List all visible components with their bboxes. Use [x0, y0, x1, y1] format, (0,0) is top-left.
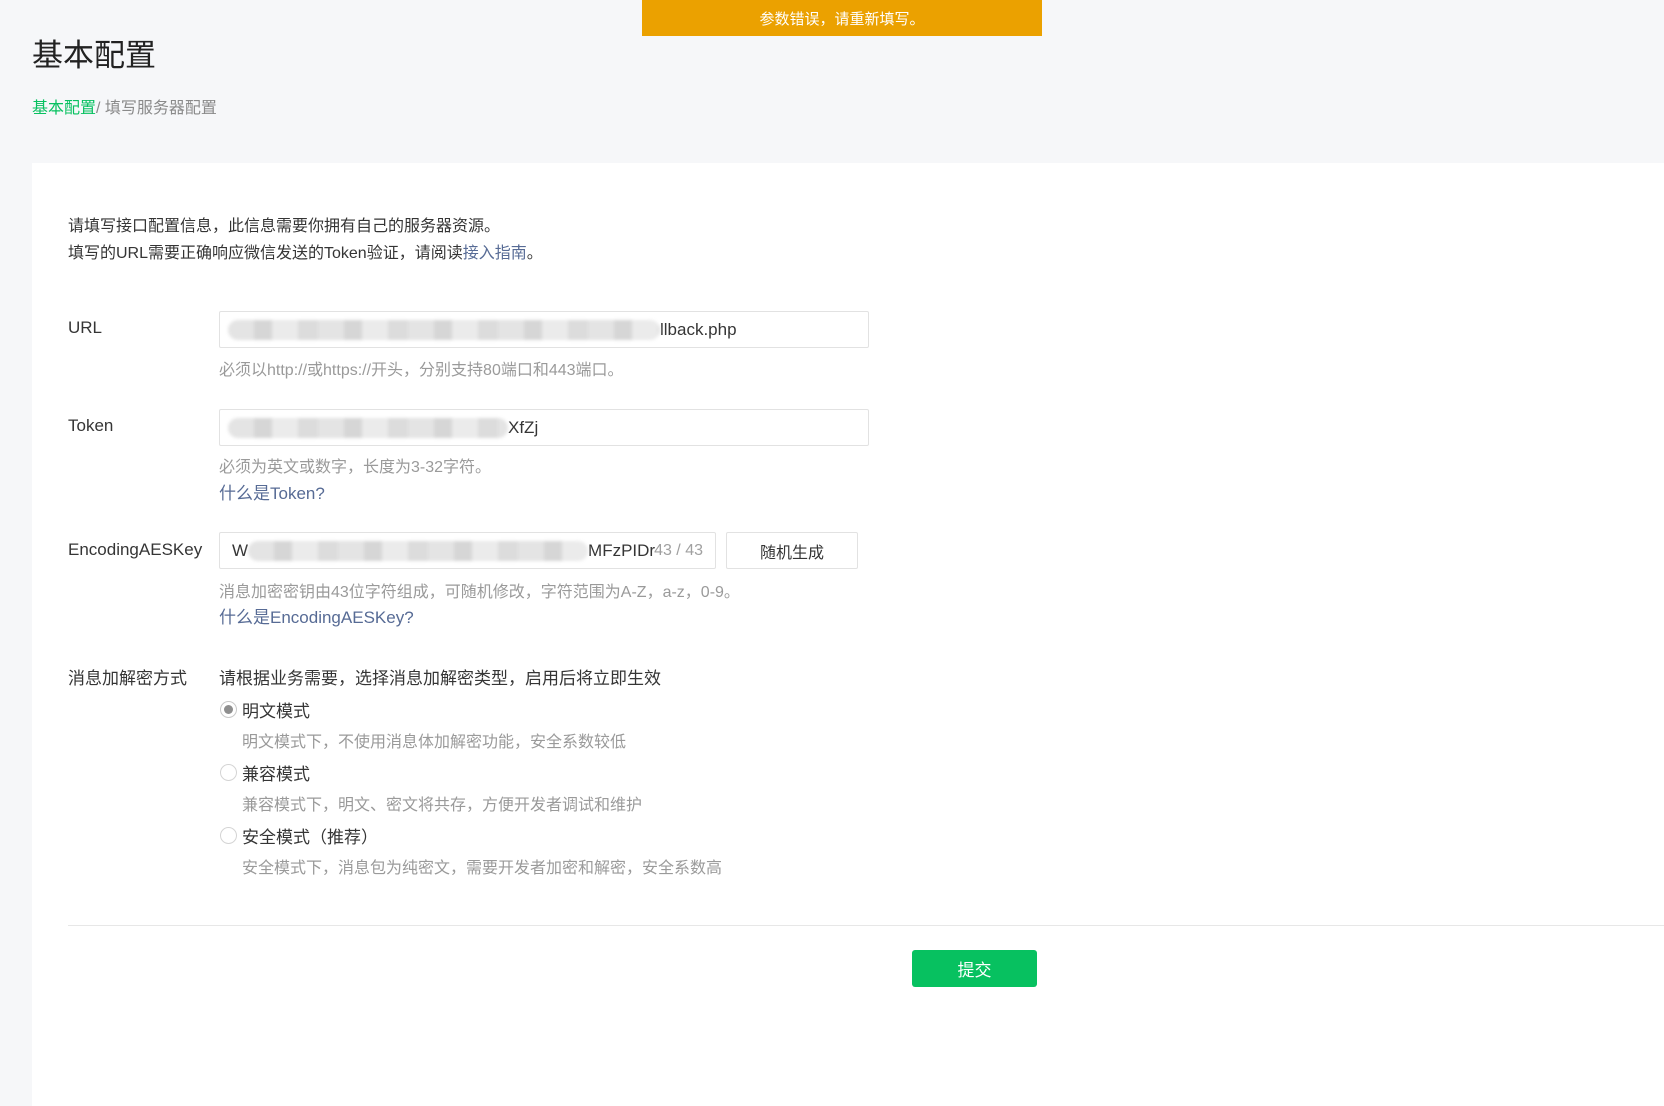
- radio-plaintext-label: 明文模式: [242, 702, 310, 721]
- radio-checked-icon[interactable]: [220, 701, 237, 718]
- radio-compatible[interactable]: 兼容模式: [220, 760, 310, 785]
- token-input[interactable]: XfZj: [219, 409, 869, 446]
- intro-line-2-text: 填写的URL需要正确响应微信发送的Token验证，请阅读: [68, 245, 463, 262]
- page-title: 基本配置: [32, 38, 156, 73]
- breadcrumb-separator: /: [96, 100, 105, 117]
- error-toast: 参数错误，请重新填写。: [642, 0, 1042, 36]
- radio-plaintext-desc: 明文模式下，不使用消息体加解密功能，安全系数较低: [242, 734, 627, 751]
- radio-secure[interactable]: 安全模式（推荐）: [220, 823, 378, 848]
- radio-unchecked-icon[interactable]: [220, 827, 237, 844]
- breadcrumb-link-basic-config[interactable]: 基本配置: [32, 100, 96, 117]
- what-is-aes-key-link[interactable]: 什么是EncodingAESKey?: [219, 603, 414, 628]
- url-label: URL: [68, 318, 103, 337]
- toast-message: 参数错误，请重新填写。: [759, 10, 925, 28]
- aes-label: EncodingAESKey: [68, 540, 203, 559]
- mode-label: 消息加解密方式: [68, 669, 187, 688]
- aes-hint: 消息加密密钥由43位字符组成，可随机修改，字符范围为A-Z，a-z，0-9。: [219, 584, 740, 601]
- url-visible-text: llback.php: [660, 319, 737, 339]
- submit-button[interactable]: 提交: [912, 950, 1037, 987]
- radio-secure-label: 安全模式（推荐）: [242, 828, 378, 847]
- redacted-token: [228, 417, 508, 438]
- form-divider: [68, 925, 1664, 926]
- redacted-url: [228, 319, 660, 340]
- random-generate-button[interactable]: 随机生成: [726, 532, 858, 569]
- token-hint: 必须为英文或数字，长度为3-32字符。: [219, 459, 492, 476]
- mode-description: 请根据业务需要，选择消息加解密类型，启用后将立即生效: [219, 669, 661, 688]
- aes-char-counter: 43 / 43: [654, 541, 703, 559]
- radio-compatible-label: 兼容模式: [242, 765, 310, 784]
- radio-unchecked-icon[interactable]: [220, 764, 237, 781]
- what-is-token-link[interactable]: 什么是Token?: [219, 479, 325, 504]
- redacted-aes-key: [248, 540, 589, 561]
- radio-compatible-desc: 兼容模式下，明文、密文将共存，方便开发者调试和维护: [242, 797, 643, 814]
- radio-plaintext[interactable]: 明文模式: [220, 697, 310, 722]
- intro-line-1: 请填写接口配置信息，此信息需要你拥有自己的服务器资源。: [68, 218, 501, 235]
- access-guide-link[interactable]: 接入指南: [463, 245, 527, 262]
- breadcrumb: 基本配置/ 填写服务器配置: [32, 94, 217, 118]
- url-input[interactable]: llback.php: [219, 311, 869, 348]
- breadcrumb-current: 填写服务器配置: [104, 100, 217, 117]
- token-label: Token: [68, 416, 114, 435]
- intro-text: 请填写接口配置信息，此信息需要你拥有自己的服务器资源。 填写的URL需要正确响应…: [68, 213, 543, 267]
- intro-line-2-end: 。: [526, 245, 543, 262]
- intro-line-2: 填写的URL需要正确响应微信发送的Token验证，请阅读接入指南。: [68, 240, 543, 267]
- config-card: 请填写接口配置信息，此信息需要你拥有自己的服务器资源。 填写的URL需要正确响应…: [32, 163, 1664, 1106]
- radio-secure-desc: 安全模式下，消息包为纯密文，需要开发者加密和解密，安全系数高: [242, 860, 723, 877]
- url-hint: 必须以http://或https://开头，分别支持80端口和443端口。: [219, 362, 624, 379]
- aes-visible-text: MFzPIDr: [588, 540, 656, 560]
- token-visible-text: XfZj: [508, 417, 539, 437]
- aes-key-input[interactable]: W MFzPIDr 43 / 43: [219, 532, 716, 569]
- aes-value-prefix: W: [232, 540, 249, 560]
